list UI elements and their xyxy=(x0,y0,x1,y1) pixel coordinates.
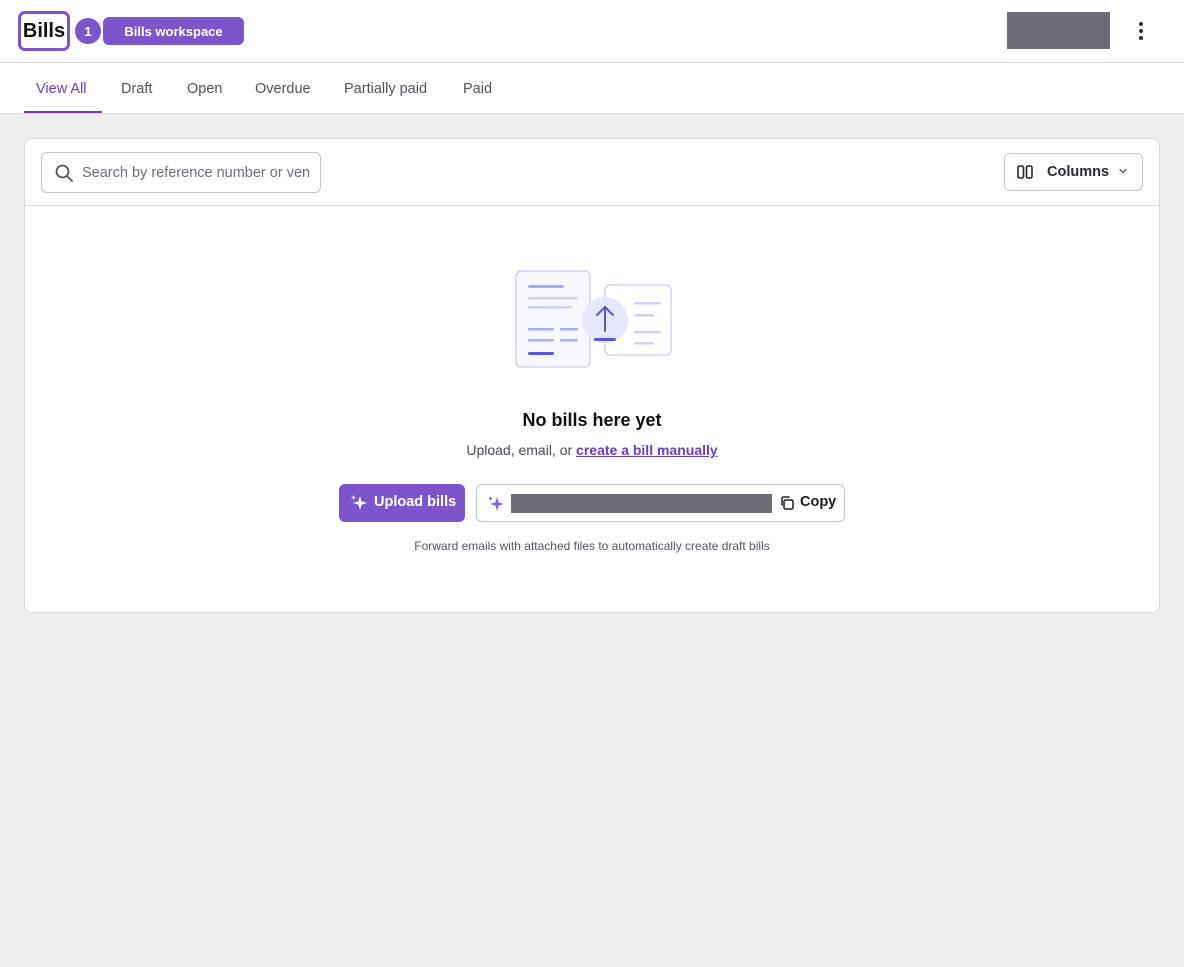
upload-bills-button[interactable]: Upload bills xyxy=(339,484,465,522)
redacted-header-action[interactable] xyxy=(1007,12,1110,49)
chevron-down-icon xyxy=(1119,168,1127,174)
tab-open[interactable]: Open xyxy=(187,63,222,114)
table-toolbar: Columns xyxy=(25,139,1159,206)
copy-icon xyxy=(781,496,794,510)
copy-label: Copy xyxy=(800,494,837,510)
empty-state-title: No bills here yet xyxy=(522,410,662,430)
tab-view-all[interactable]: View All xyxy=(36,63,87,114)
tab-overdue[interactable]: Overdue xyxy=(255,63,311,114)
tab-draft[interactable]: Draft xyxy=(121,63,152,114)
sparkle-icon xyxy=(488,496,504,511)
tab-partially-paid[interactable]: Partially paid xyxy=(344,63,427,114)
page-title: Bills xyxy=(18,11,70,51)
columns-icon xyxy=(1017,165,1033,179)
bills-card: Columns No bills here yet Upload, email,… xyxy=(24,138,1160,613)
empty-state-subtitle: Upload, email, or create a bill manually xyxy=(25,442,1159,458)
search-box[interactable] xyxy=(41,152,321,193)
forwarding-hint: Forward emails with attached files to au… xyxy=(414,539,770,553)
columns-button[interactable]: Columns xyxy=(1004,153,1143,191)
sparkle-icon xyxy=(351,495,367,510)
active-tab-indicator xyxy=(24,111,102,113)
redacted-email-address xyxy=(511,494,772,513)
workspace-badge[interactable]: Bills workspace xyxy=(103,17,244,45)
search-input[interactable] xyxy=(82,161,310,185)
create-bill-manually-link[interactable]: create a bill manually xyxy=(576,442,718,458)
empty-bills-illustration xyxy=(515,270,672,368)
status-tabs: View All Draft Open Overdue Partially pa… xyxy=(0,63,1184,114)
columns-label: Columns xyxy=(1047,164,1110,180)
more-options-icon[interactable] xyxy=(1129,19,1153,43)
subtitle-text: Upload, email, or xyxy=(466,442,577,458)
forwarding-email-field[interactable]: Copy xyxy=(476,484,845,522)
tab-paid[interactable]: Paid xyxy=(463,63,492,114)
search-icon xyxy=(55,164,73,182)
bill-count-badge: 1 xyxy=(75,18,101,44)
upload-bills-label: Upload bills xyxy=(374,494,457,510)
page-header: Bills 1 Bills workspace xyxy=(0,0,1184,63)
